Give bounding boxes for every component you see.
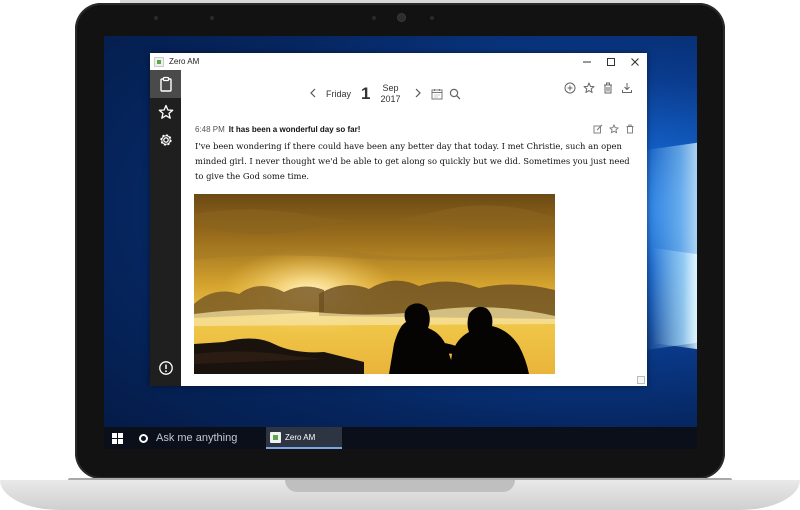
delete-entry-button[interactable]	[624, 123, 635, 134]
add-entry-button[interactable]	[563, 81, 576, 94]
taskbar: Ask me anything Zero AM	[104, 427, 697, 449]
close-button[interactable]	[623, 53, 647, 70]
maximize-button[interactable]	[599, 53, 623, 70]
sidebar-item-settings[interactable]	[150, 126, 181, 154]
add-icon	[564, 82, 575, 93]
zero-am-app-icon	[270, 431, 281, 443]
window-title: Zero AM	[169, 57, 200, 66]
chevron-left-icon	[310, 88, 316, 98]
minimize-button[interactable]	[575, 53, 599, 70]
next-day-button[interactable]	[411, 87, 425, 101]
favorite-button[interactable]	[582, 81, 595, 94]
sidebar-item-favorites[interactable]	[150, 98, 181, 126]
calendar-button[interactable]	[431, 88, 443, 100]
scrollbar-corner[interactable]	[637, 376, 645, 384]
alert-icon	[158, 361, 173, 375]
laptop-sensor	[154, 16, 158, 20]
search-icon	[449, 88, 460, 100]
export-button[interactable]	[620, 81, 633, 94]
gear-icon	[159, 134, 172, 146]
month-year: Sep 2017	[380, 83, 400, 105]
laptop-sensor	[430, 16, 434, 20]
search-button[interactable]	[449, 88, 461, 100]
entry-body[interactable]: I've been wondering if there could have …	[195, 139, 632, 184]
star-icon	[608, 123, 619, 133]
cortana-icon[interactable]	[130, 427, 156, 449]
taskbar-app-zero-am[interactable]: Zero AM	[266, 427, 342, 449]
entry-header: 6:48 PM It has been a wonderful day so f…	[195, 123, 635, 135]
clipboard-icon	[159, 76, 172, 92]
windows-start-button[interactable]	[104, 427, 130, 449]
day-name: Friday	[326, 89, 352, 99]
sunset-couple-image	[194, 194, 555, 374]
download-icon	[621, 82, 632, 93]
edit-entry-button[interactable]	[592, 123, 603, 134]
sidebar	[150, 70, 181, 386]
zero-am-app-icon	[154, 56, 164, 67]
minimize-icon	[583, 61, 591, 62]
delete-button[interactable]	[601, 81, 614, 94]
trash-icon	[626, 124, 633, 133]
calendar-icon	[431, 89, 443, 100]
laptop-camera	[398, 14, 405, 21]
entry-time: 6:48 PM	[195, 124, 225, 134]
favorite-entry-button[interactable]	[608, 123, 619, 134]
star-icon	[158, 104, 173, 119]
year-label: 2017	[380, 94, 401, 104]
title-bar[interactable]: Zero AM	[150, 53, 647, 70]
windows-logo-icon	[111, 432, 123, 444]
month-label: Sep	[382, 83, 399, 93]
sidebar-item-feedback[interactable]	[150, 354, 181, 382]
star-icon	[583, 82, 594, 93]
day-number: 1	[361, 84, 371, 103]
entry-photo[interactable]	[194, 194, 555, 374]
app-window: Zero AM Friday 1 Sep 2017 6:48 PM It has…	[150, 53, 647, 386]
previous-day-button[interactable]	[306, 87, 320, 101]
chevron-right-icon	[415, 88, 421, 98]
laptop-base-notch	[285, 480, 515, 492]
entry-title[interactable]: It has been a wonderful day so far!	[229, 125, 361, 134]
sidebar-item-entries[interactable]	[150, 70, 181, 98]
laptop-sensor	[372, 16, 376, 20]
wallpaper-light	[652, 247, 697, 350]
taskbar-search[interactable]: Ask me anything	[156, 432, 266, 444]
edit-icon	[593, 124, 602, 133]
taskbar-app-label: Zero AM	[285, 432, 316, 442]
laptop-sensor	[210, 16, 214, 20]
close-icon	[631, 57, 639, 66]
toolbar-actions	[563, 81, 633, 94]
trash-icon	[603, 82, 612, 93]
maximize-icon	[607, 57, 615, 66]
date-navigator: Friday 1 Sep 2017	[306, 81, 461, 107]
